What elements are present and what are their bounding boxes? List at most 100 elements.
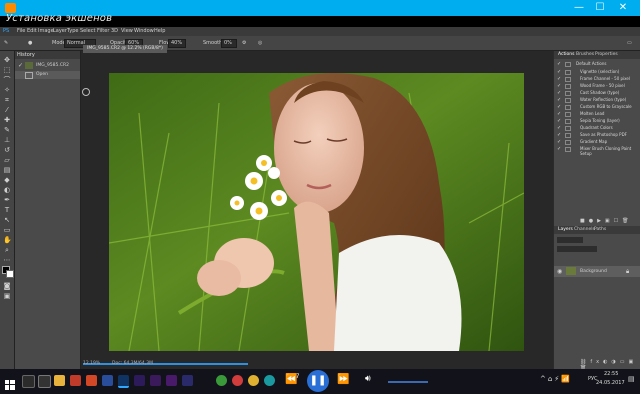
chrome-icon[interactable] — [248, 375, 259, 386]
document-tab[interactable]: IMG_9585.CR2 @ 12.2% (RGB/8*) — [83, 45, 167, 53]
quick-mask-icon[interactable]: ◙ — [3, 282, 11, 290]
tab-layers[interactable]: Layers — [558, 227, 573, 232]
action-item[interactable]: ✓ Frame Channel - 50 pixel — [554, 76, 640, 82]
tab-history[interactable]: History — [17, 52, 35, 58]
history-snapshot[interactable]: ✓ IMG_9585.CR2 — [15, 61, 80, 71]
canvas-photo[interactable] — [109, 73, 524, 351]
quick-select-icon[interactable]: ✧ — [3, 86, 11, 94]
hand-tool-icon[interactable]: ✋ — [3, 236, 12, 244]
gradient-icon[interactable]: ▤ — [3, 166, 11, 174]
lasso-tool-icon[interactable]: ⌒ — [3, 76, 11, 84]
brush-tool-icon[interactable]: ✎ — [3, 126, 11, 134]
maximize-button[interactable]: ☐ — [594, 2, 606, 14]
action-item[interactable]: ✓ Vignette (selection) — [554, 69, 640, 75]
history-brush-icon[interactable]: ↺ — [3, 146, 11, 154]
screen-mode-icon[interactable]: ▣ — [3, 292, 11, 300]
fast-forward-icon[interactable]: ⏩ — [337, 374, 349, 385]
menu-view[interactable]: View — [121, 28, 133, 34]
action-item[interactable]: ✓ Custom RGB to Grayscale — [554, 104, 640, 110]
action-item[interactable]: ✓ Save as Photoshop PDF — [554, 132, 640, 138]
tab-paths[interactable]: Paths — [594, 227, 606, 232]
action-item[interactable]: ✓ Sepia Toning (layer) — [554, 118, 640, 124]
powerpoint-icon[interactable] — [86, 375, 97, 386]
dodge-tool-icon[interactable]: ◐ — [3, 186, 11, 194]
flow-input[interactable]: 40% — [168, 39, 186, 48]
menu-help[interactable]: Help — [154, 28, 165, 34]
eraser-icon[interactable]: ▱ — [3, 156, 11, 164]
media-encoder-icon[interactable] — [166, 375, 177, 386]
canvas-horizontal-scrollbar[interactable] — [83, 363, 248, 365]
minimize-button[interactable]: — — [573, 2, 585, 14]
search-icon[interactable] — [22, 375, 35, 388]
menu-layer[interactable]: Layer — [53, 28, 67, 34]
close-button[interactable]: ✕ — [617, 2, 629, 14]
app-icon-teal[interactable] — [264, 375, 275, 386]
brush-preset-icon[interactable]: ● — [28, 40, 32, 46]
file-explorer-icon[interactable] — [54, 375, 65, 386]
zoom-tool-icon[interactable]: ⌕ — [3, 246, 11, 254]
tab-properties[interactable]: Properties — [595, 52, 618, 57]
office-icon[interactable] — [70, 375, 81, 386]
eyedropper-icon[interactable]: ⁄ — [3, 106, 11, 114]
path-select-icon[interactable]: ↖ — [3, 216, 11, 224]
type-tool-icon[interactable]: T — [3, 206, 11, 214]
action-item[interactable]: ✓ Mixer Brush Cloning Paint Setup — [554, 146, 640, 156]
menu-3d[interactable]: 3D — [111, 28, 118, 34]
pause-button[interactable]: ❚❚ — [307, 370, 329, 392]
clock-date[interactable]: 24.05.2017 — [596, 380, 625, 386]
system-tray-icons[interactable]: ^⌂⚡📶 — [540, 375, 572, 383]
action-item[interactable]: ✓ Molten Lead — [554, 111, 640, 117]
action-item[interactable]: ✓ Default Actions — [554, 61, 640, 67]
healing-brush-icon[interactable]: ✚ — [3, 116, 11, 124]
task-view-icon[interactable] — [38, 375, 51, 388]
notifications-icon[interactable]: ▤ — [628, 375, 635, 383]
action-item[interactable]: ✓ Quadrant Colors — [554, 125, 640, 131]
rewind-icon[interactable]: ⏪ — [285, 374, 297, 385]
action-item[interactable]: ✓ Gradient Map — [554, 139, 640, 145]
more-tools-icon[interactable]: ⋯ — [3, 256, 11, 264]
pressure-icon[interactable]: ◎ — [258, 40, 262, 46]
blend-mode-select[interactable] — [557, 246, 597, 252]
blur-tool-icon[interactable]: ◆ — [3, 176, 11, 184]
move-tool-icon[interactable]: ✥ — [3, 56, 11, 64]
marquee-tool-icon[interactable]: ⬚ — [3, 66, 11, 74]
action-item[interactable]: ✓ Wood Frame - 50 pixel — [554, 83, 640, 89]
menu-select[interactable]: Select — [80, 28, 95, 34]
shape-tool-icon[interactable]: ▭ — [3, 226, 11, 234]
settings-gear-icon[interactable]: ⚙ — [242, 40, 246, 46]
photoshop-active-icon[interactable] — [118, 375, 129, 388]
photoshop-icon[interactable] — [102, 375, 113, 386]
audition-icon[interactable] — [182, 375, 193, 386]
pen-tool-icon[interactable]: ✒ — [3, 196, 11, 204]
menu-image[interactable]: Image — [38, 28, 54, 34]
eye-icon[interactable]: ◉ — [557, 268, 562, 275]
tab-actions[interactable]: Actions — [558, 52, 574, 57]
menu-edit[interactable]: Edit — [27, 28, 37, 34]
workspace-icon[interactable]: ▭ — [627, 40, 632, 46]
actions-footer-icons[interactable]: ■●▶▣☐🗑 — [580, 218, 633, 224]
volume-slider[interactable] — [388, 381, 428, 383]
after-effects-icon[interactable] — [150, 375, 161, 386]
action-item[interactable]: ✓ Water Reflection (type) — [554, 97, 640, 103]
layer-filter-select[interactable] — [557, 237, 583, 243]
menu-file[interactable]: File — [17, 28, 25, 34]
action-item[interactable]: ✓ Cast Shadow (type) — [554, 90, 640, 96]
app-icon-green[interactable] — [216, 375, 227, 386]
app-icon-red[interactable] — [232, 375, 243, 386]
brush-tool-icon[interactable]: ✎ — [4, 40, 8, 46]
menu-type[interactable]: Type — [67, 28, 78, 34]
tab-brushes[interactable]: Brushes — [576, 52, 594, 57]
menu-window[interactable]: Window — [134, 28, 154, 34]
background-color-swatch[interactable] — [6, 270, 14, 278]
tab-channels[interactable]: Channels — [574, 227, 595, 232]
volume-icon[interactable]: 🔊︎ — [365, 374, 371, 384]
smoothing-input[interactable]: 0% — [221, 39, 237, 48]
layer-row[interactable]: ◉ Background 🔒︎ — [554, 266, 640, 277]
crop-tool-icon[interactable]: ⌗ — [3, 96, 11, 104]
windows-start-icon[interactable] — [5, 375, 15, 390]
history-step[interactable]: Open — [15, 71, 80, 79]
menu-filter[interactable]: Filter — [97, 28, 109, 34]
premiere-icon[interactable] — [134, 375, 145, 386]
clock-time[interactable]: 22:55 — [604, 371, 618, 377]
clone-stamp-icon[interactable]: ⊥ — [3, 136, 11, 144]
